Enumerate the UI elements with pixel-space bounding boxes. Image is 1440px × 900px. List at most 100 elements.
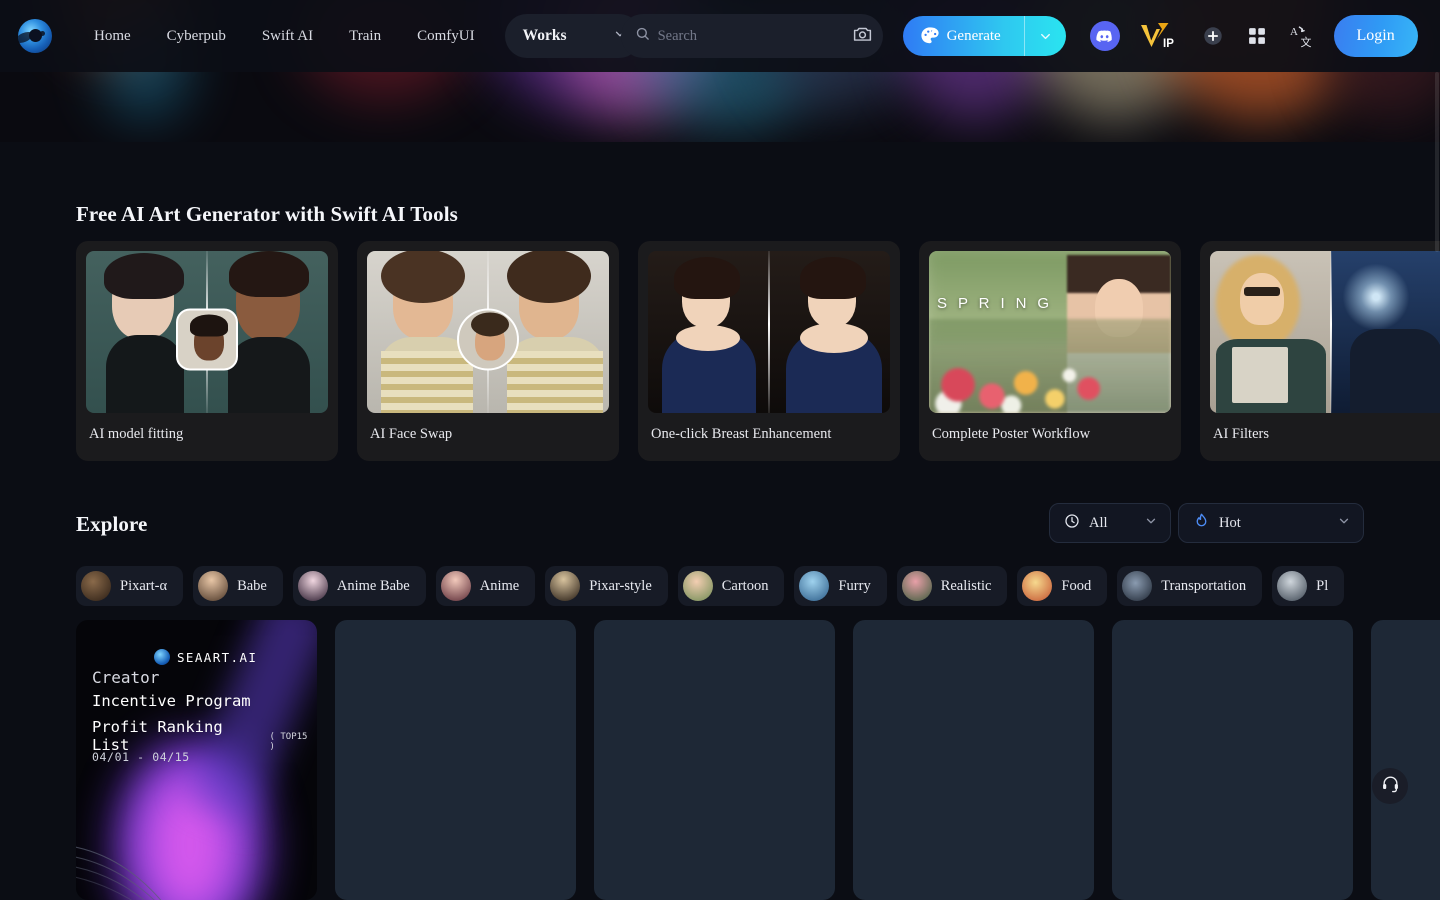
result-card-skeleton[interactable] xyxy=(1371,620,1440,900)
flame-icon xyxy=(1193,512,1210,535)
generate-dropdown-toggle[interactable] xyxy=(1024,16,1066,56)
result-card-skeleton[interactable] xyxy=(335,620,576,900)
tool-card-caption: One-click Breast Enhancement xyxy=(648,426,890,443)
language-translate-icon[interactable]: A 文 xyxy=(1286,21,1316,51)
tools-carousel[interactable]: AI model fitting AI Face Swap xyxy=(76,241,1440,461)
category-chip-avatar xyxy=(550,571,580,601)
chevron-down-icon xyxy=(1337,514,1351,533)
explore-section-title: Explore xyxy=(76,512,147,537)
seaart-logo-icon[interactable] xyxy=(18,19,52,53)
add-icon[interactable] xyxy=(1198,21,1228,51)
category-chip-label: Cartoon xyxy=(722,578,769,595)
tool-card[interactable]: One-click Breast Enhancement xyxy=(638,241,900,461)
category-chip[interactable]: Food xyxy=(1017,566,1107,606)
generate-button[interactable]: Generate xyxy=(903,16,1066,56)
category-chip[interactable]: Cartoon xyxy=(678,566,785,606)
tool-card-thumbnail xyxy=(367,251,609,413)
tool-card[interactable]: AI Face Swap xyxy=(357,241,619,461)
main-nav: Home Cyberpub Swift AI Train ComfyUI xyxy=(80,20,493,53)
category-chip-label: Babe xyxy=(237,578,267,595)
tool-card-caption: Complete Poster Workflow xyxy=(929,426,1171,443)
tool-card-thumbnail xyxy=(648,251,890,413)
support-button[interactable] xyxy=(1372,768,1408,804)
page-scrollbar-thumb[interactable] xyxy=(1435,72,1439,252)
category-chip[interactable]: Babe xyxy=(193,566,283,606)
tool-card[interactable]: AI Filters xyxy=(1200,241,1440,461)
tool-card-inset-thumbnail xyxy=(176,308,238,370)
explore-time-filter-label: All xyxy=(1089,515,1108,532)
category-chip-label: Food xyxy=(1061,578,1091,595)
clock-icon xyxy=(1064,513,1080,534)
tool-card-thumbnail: S P R I N G xyxy=(929,251,1171,413)
chevron-down-icon xyxy=(1144,514,1158,533)
search-input[interactable] xyxy=(658,28,844,45)
category-chip[interactable]: Anime Babe xyxy=(293,566,426,606)
promo-line-2: Incentive Program xyxy=(92,692,251,710)
tool-card[interactable]: S P R I N G Complete Poster Workflow xyxy=(919,241,1181,461)
search-bar[interactable] xyxy=(621,14,883,58)
login-button-label: Login xyxy=(1356,27,1394,45)
apps-grid-icon[interactable] xyxy=(1242,21,1272,51)
category-chip[interactable]: Realistic xyxy=(897,566,1008,606)
category-chip[interactable]: Pl xyxy=(1272,566,1344,606)
vip-badge-icon[interactable]: IP xyxy=(1138,21,1184,51)
category-chip-label: Furry xyxy=(838,578,870,595)
category-chip-label: Pl xyxy=(1316,578,1328,595)
category-chip-avatar xyxy=(902,571,932,601)
promo-line-3-sub: ( TOP15 ) xyxy=(270,732,317,754)
explore-sort-filter[interactable]: Hot xyxy=(1178,503,1364,543)
tool-card-caption: AI Filters xyxy=(1210,426,1440,443)
svg-text:文: 文 xyxy=(1300,35,1311,48)
tool-card-thumbnail xyxy=(1210,251,1440,413)
generate-button-label: Generate xyxy=(903,28,1001,45)
nav-item-comfyui[interactable]: ComfyUI xyxy=(399,20,493,53)
category-chip-avatar xyxy=(441,571,471,601)
category-chip-label: Realistic xyxy=(941,578,992,595)
category-chip-label: Pixart-α xyxy=(120,578,167,595)
category-chip[interactable]: Pixart-α xyxy=(76,566,183,606)
tool-card-caption: AI Face Swap xyxy=(367,426,609,443)
camera-search-icon[interactable] xyxy=(852,23,873,49)
promo-line-3: Profit Ranking List xyxy=(92,718,265,754)
search-icon xyxy=(635,26,650,46)
tool-card-inset-thumbnail xyxy=(457,308,519,370)
promo-dates: 04/01 - 04/15 xyxy=(92,750,190,764)
tool-card-thumbnail xyxy=(86,251,328,413)
category-chip-label: Pixar-style xyxy=(589,578,652,595)
login-button[interactable]: Login xyxy=(1334,15,1418,57)
category-chip-label: Anime Babe xyxy=(337,578,410,595)
page-scrollbar[interactable] xyxy=(1434,72,1440,900)
tool-card[interactable]: AI model fitting xyxy=(76,241,338,461)
nav-item-home[interactable]: Home xyxy=(80,20,149,53)
explore-sort-filter-label: Hot xyxy=(1219,515,1241,532)
top-navigation-bar: Home Cyberpub Swift AI Train ComfyUI Wor… xyxy=(0,0,1440,72)
discord-icon[interactable] xyxy=(1090,21,1120,51)
svg-text:IP: IP xyxy=(1163,38,1174,50)
result-card-skeleton[interactable] xyxy=(594,620,835,900)
category-chip-list[interactable]: Pixart-α Babe Anime Babe Anime Pixar-sty… xyxy=(76,566,1440,606)
category-chip[interactable]: Transportation xyxy=(1117,566,1262,606)
category-chip-label: Transportation xyxy=(1161,578,1246,595)
category-chip[interactable]: Furry xyxy=(794,566,886,606)
nav-item-swift-ai[interactable]: Swift AI xyxy=(244,20,331,53)
explore-time-filter[interactable]: All xyxy=(1049,503,1171,543)
result-card-skeleton[interactable] xyxy=(853,620,1094,900)
nav-item-train[interactable]: Train xyxy=(331,20,399,53)
nav-item-cyberpub[interactable]: Cyberpub xyxy=(149,20,244,53)
tools-section-title: Free AI Art Generator with Swift AI Tool… xyxy=(76,202,458,227)
category-chip-avatar xyxy=(683,571,713,601)
svg-text:A: A xyxy=(1290,26,1298,38)
category-chip-label: Anime xyxy=(480,578,519,595)
category-chip[interactable]: Anime xyxy=(436,566,535,606)
seaart-logo-icon xyxy=(154,649,170,665)
category-chip-avatar xyxy=(81,571,111,601)
works-dropdown-label: Works xyxy=(523,27,567,45)
category-chip-avatar xyxy=(799,571,829,601)
result-card-skeleton[interactable] xyxy=(1112,620,1353,900)
headset-icon xyxy=(1381,774,1400,798)
promo-banner-card[interactable]: SEAART.AI Creator Incentive Program Prof… xyxy=(76,620,317,900)
category-chip[interactable]: Pixar-style xyxy=(545,566,668,606)
explore-results-grid: SEAART.AI Creator Incentive Program Prof… xyxy=(76,620,1440,900)
category-chip-avatar xyxy=(1022,571,1052,601)
category-chip-avatar xyxy=(1122,571,1152,601)
